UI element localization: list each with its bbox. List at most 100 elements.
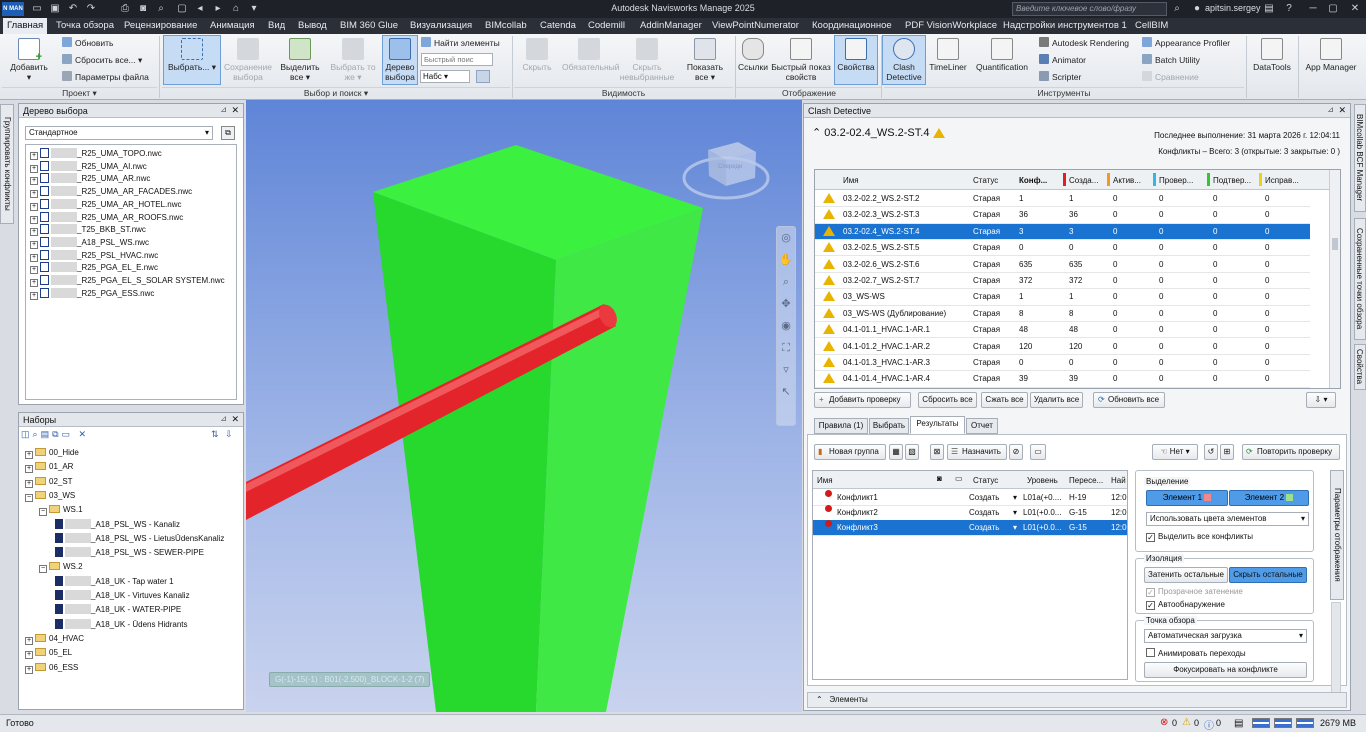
set-folder[interactable]: +06_ESS: [25, 661, 78, 674]
close-icon[interactable]: ✕: [231, 414, 239, 425]
tab-animation[interactable]: Анимация: [210, 20, 255, 31]
settings-scrollbar[interactable]: [1331, 602, 1341, 702]
pin-icon[interactable]: ⊿: [220, 105, 227, 114]
test-row[interactable]: 04.1-01.2_HVAC.1-AR.2 Старая 120 120 0 0 0 0: [815, 339, 1310, 355]
test-row[interactable]: 04.1-01.3_HVAC.1-AR.3 Старая 0 0 0 0 0 0: [815, 355, 1310, 372]
rendering-button[interactable]: Autodesk Rendering: [1039, 37, 1129, 50]
quick-properties-button[interactable]: Быстрый показ свойств: [771, 36, 831, 82]
warning-icon[interactable]: ⚠: [1182, 717, 1191, 728]
set-folder[interactable]: − 03_WS: [25, 489, 75, 502]
expand-icon[interactable]: +: [25, 651, 33, 660]
set-item[interactable]: _A18_UK - Tap water 1: [55, 575, 174, 588]
set-item[interactable]: _A18_UK - Virtuves Kanaliz: [55, 589, 190, 602]
pan-icon[interactable]: ✋: [777, 249, 795, 271]
quantification-button[interactable]: Quantification: [971, 36, 1033, 72]
save-selection-icon[interactable]: ◫: [21, 429, 33, 439]
animate-transitions-checkbox[interactable]: Анимировать переходы: [1146, 648, 1246, 658]
col-clashes[interactable]: Конф...: [1019, 176, 1047, 185]
select-button[interactable]: Выбрать... ▾: [163, 35, 221, 85]
tree-item[interactable]: + _T25_BKB_ST.nwc: [30, 223, 146, 237]
expand-icon[interactable]: +: [25, 665, 33, 674]
test-row[interactable]: 04.1-01.1_HVAC.1-AR.1 Старая 48 48 0 0 0 0: [815, 322, 1310, 339]
tab-viewpointnumerator[interactable]: ViewPointNumerator: [712, 20, 799, 31]
tree-item[interactable]: + _A18_PSL_WS.nwc: [30, 236, 149, 249]
tab-bimcollab[interactable]: BIMcollab: [485, 20, 527, 31]
status-dropdown-icon[interactable]: ▾: [1013, 505, 1017, 521]
tab-group-clashes[interactable]: Группировать конфликты: [0, 104, 14, 224]
checkbox-checked[interactable]: ✓: [1146, 588, 1155, 597]
tests-scrollbar[interactable]: [1329, 170, 1340, 388]
focus-on-clash-button[interactable]: Фокусировать на конфликте: [1144, 662, 1307, 678]
tab-bim360[interactable]: BIM 360 Glue: [340, 20, 398, 31]
tree-item[interactable]: + _R25_PGA_EL_E.nwc: [30, 261, 158, 275]
add-button[interactable]: + Добавить ▾: [4, 36, 54, 82]
tab-catenda[interactable]: Catenda: [540, 20, 576, 31]
user-icon[interactable]: ●: [1190, 2, 1204, 15]
col-new[interactable]: Созда...: [1069, 176, 1098, 185]
set-item[interactable]: _A18_UK - Ūdens Hidrants: [55, 618, 188, 631]
reset-results-icon[interactable]: ↺: [1204, 444, 1218, 460]
expand-icon[interactable]: +: [25, 451, 33, 459]
set-folder[interactable]: +00_Hide: [25, 446, 79, 459]
clash-detective-button[interactable]: Clash Detective: [882, 35, 926, 85]
select-all-button[interactable]: Выделить все ▾: [276, 36, 324, 82]
select-icon[interactable]: ↖: [777, 381, 795, 403]
3d-viewport[interactable]: Спереди ◎ ✋ ⌕ ✥ ◉ ⛶ ▿ ↖ G(-1)-15(-1) : B…: [246, 100, 802, 712]
col-status[interactable]: Статус: [973, 176, 998, 185]
select-same-button[interactable]: Выбрать то же ▾: [330, 36, 376, 82]
tree-item[interactable]: + _R25_UMA_AR_ROOFS.nwc: [30, 211, 183, 224]
binoculars-icon[interactable]: ⌕: [1170, 2, 1184, 15]
collapse-icon[interactable]: ⌃: [812, 127, 821, 139]
test-row[interactable]: 03_WS-WS Старая 1 1 0 0 0 0: [815, 289, 1310, 306]
tab-addinmanager[interactable]: AddinManager: [640, 20, 702, 31]
rerun-test-button[interactable]: ⟳ Повторить проверку: [1242, 444, 1340, 460]
group-icon[interactable]: ▦: [889, 444, 903, 460]
tree-item[interactable]: + _R25_UMA_AR.nwc: [30, 172, 150, 186]
close-icon[interactable]: ✕: [1348, 2, 1362, 15]
delete-all-button[interactable]: Удалить все: [1030, 392, 1083, 408]
compact-results-icon[interactable]: ⊞: [1220, 444, 1234, 460]
test-row[interactable]: 03.2-02.7_WS.2-ST.7 Старая 372 372 0 0 0 0: [815, 273, 1310, 290]
col-resolved[interactable]: Исправ...: [1265, 176, 1299, 185]
checkbox-unchecked[interactable]: [1146, 648, 1155, 657]
tab-cellbim[interactable]: CellBIM: [1135, 20, 1168, 31]
tab-viewpoint[interactable]: Точка обзора: [56, 20, 114, 31]
test-row[interactable]: 03.2-02.5_WS.2-ST.5 Старая 0 0 0 0 0 0: [815, 240, 1310, 257]
scroll-thumb[interactable]: [1332, 238, 1338, 250]
appearance-profiler-button[interactable]: Appearance Profiler: [1142, 37, 1230, 50]
expand-icon[interactable]: +: [25, 465, 33, 474]
test-row[interactable]: 03.2-02.3_WS.2-ST.3 Старая 36 36 0 0 0 0: [815, 207, 1310, 224]
timeliner-button[interactable]: TimeLiner: [927, 36, 969, 72]
tab-addins[interactable]: Надстройки инструментов 1: [1003, 20, 1127, 31]
find-items-button[interactable]: Найти элементы: [421, 37, 500, 50]
tab-results[interactable]: Результаты: [910, 416, 965, 434]
hide-others-button[interactable]: Скрыть остальные: [1229, 567, 1307, 583]
sets-dropdown[interactable]: Набс ▾: [420, 70, 470, 83]
reset-all-tests-button[interactable]: Сбросить все: [918, 392, 977, 408]
center-icon[interactable]: ▿: [777, 359, 795, 381]
save-selection-button[interactable]: Сохранение выбора: [222, 36, 274, 82]
set-folder[interactable]: +04_HVAC: [25, 632, 84, 645]
checkbox-checked[interactable]: ✓: [1146, 601, 1155, 610]
set-folder[interactable]: +05_EL: [25, 646, 72, 660]
transparent-dim-checkbox[interactable]: ✓ Прозрачное затенение: [1146, 587, 1243, 597]
tab-saved-viewpoints[interactable]: Сохраненные точки обзора: [1354, 218, 1366, 340]
look-icon[interactable]: ◉: [777, 315, 795, 337]
expand-icon[interactable]: +: [25, 636, 33, 645]
clash-result-row[interactable]: Конфликт2 Создать ▾ L01(+0.0... G-15 12:0: [813, 505, 1127, 522]
add-test-button[interactable]: + Добавить проверку: [814, 392, 911, 408]
import-export-icon[interactable]: ⇩: [225, 429, 236, 440]
set-folder[interactable]: − WS.2: [39, 560, 83, 574]
assign-button[interactable]: ☰ Назначить: [947, 444, 1007, 460]
display-settings-tab[interactable]: Параметры отображения: [1330, 470, 1344, 600]
delete-icon[interactable]: ✕: [79, 429, 90, 439]
add-comment-icon[interactable]: ▭: [1030, 444, 1046, 460]
set-item[interactable]: _A18_PSL_WS - Kanaliz: [55, 518, 180, 531]
set-item[interactable]: _A18_UK - WATER-PIPE: [55, 603, 181, 616]
info-icon[interactable]: ⓘ: [1204, 717, 1214, 732]
expand-icon[interactable]: +: [25, 479, 33, 488]
tab-codemill[interactable]: Codemill: [588, 20, 625, 31]
test-row[interactable]: 03_WS-WS (Дублирование) Старая 8 8 0 0 0 0: [815, 306, 1310, 323]
highlight-mode-dropdown[interactable]: Использовать цвета элементов: [1146, 512, 1309, 526]
set-folder[interactable]: +01_AR: [25, 460, 73, 474]
